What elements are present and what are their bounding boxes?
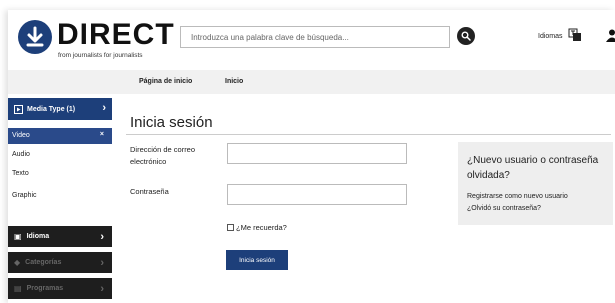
sidebar-item-audio[interactable]: Audio: [8, 147, 112, 163]
sidebar-section-categorias[interactable]: ◆ Categorías ›: [8, 252, 112, 273]
play-box-icon: [14, 104, 23, 114]
tag-icon: ◆: [14, 258, 21, 267]
new-user-box: ¿Nuevo usuario o contraseña olvidada? Re…: [458, 142, 613, 225]
logo-tagline: from journalists for journalists: [58, 52, 143, 59]
register-link[interactable]: Registrarse como nuevo usuario: [467, 193, 568, 200]
sidebar-section-programas[interactable]: ▤ Programas ›: [8, 278, 112, 299]
app-frame: DIRECT from journalists for journalists …: [8, 10, 615, 303]
new-user-title: ¿Nuevo usuario o contraseña olvidada?: [467, 155, 599, 181]
calendar-icon: ▤: [14, 284, 22, 293]
download-logo-icon: [18, 20, 52, 54]
sidebar-item-texto[interactable]: Texto: [8, 166, 112, 182]
remember-checkbox[interactable]: [227, 224, 234, 231]
title-divider: [126, 134, 611, 135]
sidebar-item-video[interactable]: Video ×: [8, 128, 112, 144]
nav-inicio[interactable]: Inicio: [225, 78, 243, 85]
password-field[interactable]: [227, 184, 407, 205]
sidebar-item-label: Audio: [12, 151, 30, 158]
login-button[interactable]: Inicia sesión: [226, 250, 288, 270]
sidebar-item-label: Graphic: [12, 192, 37, 199]
languages-label[interactable]: Idiomas: [538, 33, 563, 40]
chevron-right-icon: ›: [100, 256, 104, 269]
nav-bar: Página de inicio Inicio: [8, 70, 615, 94]
remember-me[interactable]: ¿Me recuerda?: [227, 223, 287, 232]
email-field[interactable]: [227, 143, 407, 164]
header: DIRECT from journalists for journalists …: [8, 10, 615, 68]
email-label: Dirección de correo electrónico: [130, 145, 196, 166]
chevron-right-icon: ›: [100, 282, 104, 295]
search-input[interactable]: Introduzca una palabra clave de búsqueda…: [180, 26, 450, 48]
remember-label: ¿Me recuerda?: [236, 223, 287, 232]
search-placeholder: Introduzca una palabra clave de búsqueda…: [191, 33, 349, 42]
remove-filter-icon[interactable]: ×: [100, 131, 104, 138]
page-title: Inicia sesión: [130, 114, 213, 131]
sidebar-item-label: Video: [12, 132, 30, 139]
media-type-filter-header[interactable]: Media Type (1) ›: [8, 98, 112, 120]
user-icon[interactable]: [606, 29, 615, 48]
sidebar-section-label: Categorías: [25, 259, 62, 266]
logo-word: DIRECT: [57, 18, 175, 51]
sidebar-item-graphic[interactable]: Graphic: [8, 188, 112, 204]
chevron-right-icon: ›: [100, 230, 104, 243]
search-icon: [461, 31, 471, 41]
sidebar-section-label: Programas: [26, 285, 64, 292]
logo[interactable]: DIRECT from journalists for journalists: [18, 20, 175, 59]
search-button[interactable]: [457, 27, 475, 45]
sidebar-item-label: Texto: [12, 170, 29, 177]
media-type-label: Media Type (1): [27, 105, 76, 113]
password-label: Contraseña: [130, 187, 169, 196]
sidebar: Media Type (1) › Video × Audio Texto Gra…: [8, 98, 112, 303]
sidebar-section-label: Idioma: [26, 233, 50, 240]
nav-home[interactable]: Página de inicio: [139, 78, 192, 85]
sidebar-section-idioma[interactable]: ▣ Idioma ›: [8, 226, 112, 247]
language-translate-icon[interactable]: [568, 28, 582, 47]
chevron-right-icon: ›: [102, 102, 106, 114]
forgot-password-link[interactable]: ¿Olvidó su contraseña?: [467, 205, 541, 212]
language-icon: ▣: [14, 232, 22, 241]
